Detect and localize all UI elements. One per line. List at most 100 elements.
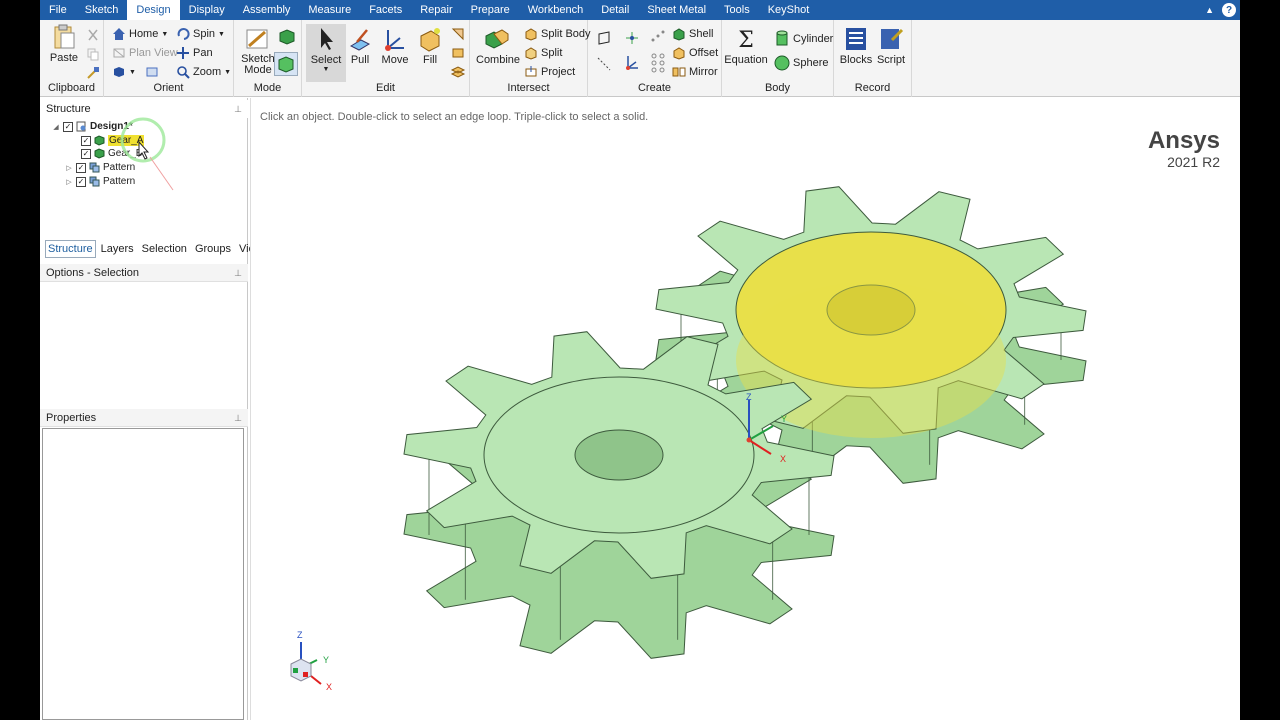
menu-tab-prepare[interactable]: Prepare [462,0,519,20]
clipboard-group: Paste Clipboard [40,20,104,97]
3d-mode-button[interactable] [274,52,298,76]
properties-content [42,428,244,720]
expand-arrow-icon[interactable]: ▷ [65,178,73,186]
orient-x-label: X [326,682,333,692]
pull-button[interactable]: Pull [340,26,380,66]
point-pattern-icon[interactable] [650,28,666,44]
sphere-button[interactable]: Sphere [774,55,828,71]
menu-tab-sheet-metal[interactable]: Sheet Metal [638,0,715,20]
menu-tab-file[interactable]: File [40,0,76,20]
3d-viewport[interactable]: Click an object. Double-click to select … [250,98,1240,720]
body-group-label: Body [764,82,791,94]
script-icon [881,28,904,49]
shell-label: Shell [689,28,714,40]
panel-tab-selection[interactable]: Selection [139,240,190,258]
coordinate-system-icon[interactable] [624,54,640,70]
mode-group-label: Mode [253,82,282,94]
home-icon [113,28,125,40]
fill-button[interactable]: Fill [410,26,450,66]
pin-icon[interactable]: ⊥ [234,409,242,427]
equation-label: Equation [724,54,768,66]
gear-b-bore [574,429,664,481]
panel-tab-groups[interactable]: Groups [192,240,234,258]
pattern-2-checkbox[interactable]: ✓ [76,176,86,187]
pin-icon[interactable]: ⊥ [234,100,242,118]
menu-tab-measure[interactable]: Measure [299,0,360,20]
pattern-1-checkbox[interactable]: ✓ [76,162,86,173]
menu-tab-tools[interactable]: Tools [715,0,759,20]
move-icon [385,30,404,51]
intersect-group-label: Intersect [507,82,550,94]
cylinder-button[interactable]: Cylinder [774,30,833,48]
offset-button[interactable]: Offset [672,46,718,60]
paste-label: Paste [49,52,79,64]
menu-tab-workbench[interactable]: Workbench [519,0,592,20]
paste-button[interactable]: Paste [44,24,84,64]
orient-group: Home ▼ Plan View ▼ Spin ▼ Pan Zoom ▼ Ori… [104,20,234,97]
application-window: File Sketch Design Display Assembly Measure Fa… [40,0,1240,720]
cut-icon[interactable] [86,28,100,42]
copy-icon[interactable] [86,47,100,61]
view-cube-button[interactable]: ▼ [112,65,159,79]
shell-icon [673,28,685,41]
fill-icon [420,28,440,52]
home-button[interactable]: Home ▼ [112,27,168,41]
gear-b-checkbox[interactable]: ✓ [81,148,91,159]
project-button[interactable]: Project [524,65,575,79]
gear-a-checkbox[interactable]: ✓ [81,135,91,146]
combine-label: Combine [476,54,521,66]
layers-stack-icon[interactable] [450,64,466,80]
blend-icon[interactable] [450,26,466,42]
menu-tab-assembly[interactable]: Assembly [234,0,300,20]
view-mode-icon [146,67,158,77]
cube-icon [114,67,124,77]
panel-tab-structure[interactable]: Structure [45,240,96,258]
collapse-ribbon-icon[interactable]: ▲ [1205,5,1214,15]
panel-tab-layers[interactable]: Layers [98,240,137,258]
blocks-button[interactable]: Blocks [836,26,876,66]
menu-tab-facets[interactable]: Facets [360,0,411,20]
linear-pattern-icon[interactable] [650,50,666,74]
shell-button[interactable]: Shell [672,27,713,41]
origin-icon[interactable] [624,30,640,46]
equation-button[interactable]: Σ Equation [724,28,768,66]
menu-tab-design[interactable]: Design [127,0,180,20]
select-arrow-icon [321,28,333,50]
select-label: Select [310,54,342,66]
split-body-button[interactable]: Split Body [524,27,591,41]
plan-view-button[interactable]: Plan View [112,46,178,60]
axis-icon[interactable] [596,56,612,72]
plane-icon[interactable] [596,30,612,46]
section-mode-icon[interactable] [278,28,296,46]
menu-tab-repair[interactable]: Repair [411,0,461,20]
menu-tab-detail[interactable]: Detail [592,0,638,20]
split-body-icon [525,28,537,41]
move-button[interactable]: Move [375,26,415,66]
split-button[interactable]: Split [524,46,562,60]
mirror-button[interactable]: Mirror [672,65,718,79]
sketch-mode-button[interactable]: Sketch Mode [238,26,278,76]
collapse-arrow-icon[interactable]: ◢ [52,123,60,131]
mirror-icon [672,67,686,77]
options-panel-header: Options - Selection ⊥ [40,264,248,282]
combine-button[interactable]: Combine [476,26,521,66]
ribbon: Paste Clipboard Home ▼ Plan View ▼ Spin … [40,20,1240,97]
menu-tab-sketch[interactable]: Sketch [76,0,128,20]
help-icon[interactable]: ? [1222,3,1236,17]
expand-arrow-icon[interactable]: ▷ [65,164,73,172]
3d-mode-icon [278,56,294,73]
script-button[interactable]: Script [871,26,911,66]
pan-button[interactable]: Pan [176,46,213,60]
replace-icon[interactable] [450,45,466,61]
spin-button[interactable]: Spin ▼ [176,27,225,41]
sigma-icon: Σ [738,28,754,53]
pin-icon[interactable]: ⊥ [234,264,242,282]
root-checkbox[interactable]: ✓ [63,121,73,132]
format-painter-icon[interactable] [86,66,100,80]
blocks-label: Blocks [839,54,873,66]
orient-group-label: Orient [153,82,184,94]
menu-tab-display[interactable]: Display [180,0,234,20]
zoom-button[interactable]: Zoom ▼ [176,65,231,79]
pull-label: Pull [350,54,370,66]
menu-tab-keyshot[interactable]: KeyShot [759,0,819,20]
